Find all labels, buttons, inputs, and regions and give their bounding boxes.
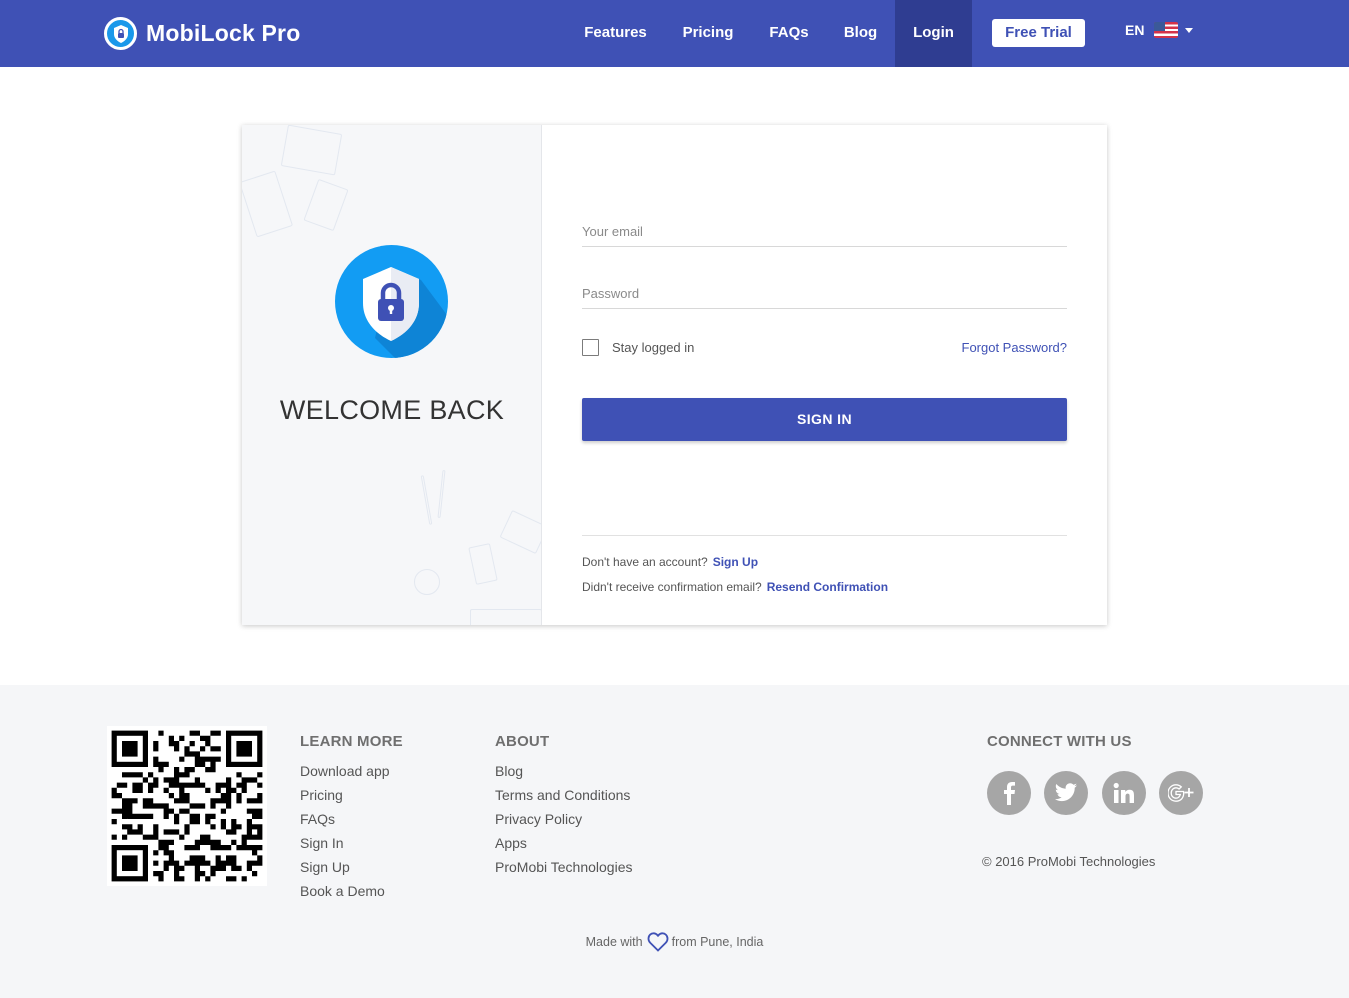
password-input[interactable] <box>582 283 1067 303</box>
decor-pencil-icon <box>420 475 433 525</box>
decor-tray-icon <box>470 609 541 625</box>
footer-link-book-demo[interactable]: Book a Demo <box>300 879 403 903</box>
free-trial-button[interactable]: Free Trial <box>992 19 1085 47</box>
learn-more-column: LEARN MORE Download app Pricing FAQs Sig… <box>300 733 403 903</box>
facebook-icon[interactable] <box>987 771 1031 815</box>
nav-blog[interactable]: Blog <box>830 0 891 67</box>
footer-link-promobi[interactable]: ProMobi Technologies <box>495 855 633 879</box>
decor-document-icon <box>242 170 294 238</box>
qr-code-image <box>107 726 267 886</box>
form-divider <box>582 535 1067 536</box>
from-location-text: from Pune, India <box>671 935 764 949</box>
sign-up-link[interactable]: Sign Up <box>713 555 758 569</box>
decor-phone-icon <box>468 543 498 585</box>
linkedin-icon[interactable] <box>1102 771 1146 815</box>
brand-logo-link[interactable]: MobiLock Pro <box>104 17 300 50</box>
connect-title: CONNECT WITH US <box>987 733 1132 750</box>
decor-paper-icon <box>280 125 343 176</box>
learn-more-title: LEARN MORE <box>300 733 403 750</box>
footer-link-apps[interactable]: Apps <box>495 831 633 855</box>
heart-icon <box>647 932 669 952</box>
welcome-panel: WELCOME BACK <box>242 125 542 625</box>
language-selector[interactable]: EN <box>1125 22 1194 38</box>
footer-link-pricing[interactable]: Pricing <box>300 783 403 807</box>
password-field-container <box>582 283 1067 309</box>
email-input[interactable] <box>582 221 1067 241</box>
about-title: ABOUT <box>495 733 550 750</box>
shield-lock-icon <box>104 17 137 50</box>
about-column: ABOUT Blog Terms and Conditions Privacy … <box>495 733 633 879</box>
resend-prompt: Didn't receive confirmation email? Resend… <box>582 580 888 594</box>
decor-clock-icon <box>414 569 440 595</box>
language-code: EN <box>1125 22 1145 38</box>
email-field-container <box>582 221 1067 247</box>
shield-lock-logo-icon <box>335 245 448 358</box>
sign-in-button[interactable]: SIGN IN <box>582 398 1067 441</box>
footer-link-privacy[interactable]: Privacy Policy <box>495 807 633 831</box>
made-with-text: Made with <box>585 935 643 949</box>
login-card: WELCOME BACK Stay logged in Forgot Passw… <box>242 125 1107 625</box>
stay-logged-in-label: Stay logged in <box>612 340 695 355</box>
login-form: Stay logged in Forgot Password? SIGN IN … <box>582 125 1067 625</box>
decor-notepad-icon <box>303 178 349 232</box>
decor-envelope-icon <box>499 509 541 555</box>
signup-prompt-text: Don't have an account? <box>582 555 708 569</box>
nav-faqs[interactable]: FAQs <box>756 0 822 67</box>
caret-down-icon <box>1185 27 1194 33</box>
resend-confirmation-link[interactable]: Resend Confirmation <box>767 580 888 594</box>
copyright-text: © 2016 ProMobi Technologies <box>982 854 1156 869</box>
twitter-icon[interactable] <box>1044 771 1088 815</box>
forgot-password-link[interactable]: Forgot Password? <box>962 340 1068 355</box>
footer-link-terms[interactable]: Terms and Conditions <box>495 783 633 807</box>
footer-link-sign-in[interactable]: Sign In <box>300 831 403 855</box>
stay-logged-in-option[interactable]: Stay logged in <box>582 339 694 356</box>
made-with-love: Made with from Pune, India <box>0 931 1349 953</box>
footer-link-sign-up[interactable]: Sign Up <box>300 855 403 879</box>
us-flag-icon <box>1154 22 1179 38</box>
welcome-heading: WELCOME BACK <box>279 395 505 425</box>
brand-name: MobiLock Pro <box>146 20 301 46</box>
footer-link-blog[interactable]: Blog <box>495 759 633 783</box>
footer-link-download-app[interactable]: Download app <box>300 759 403 783</box>
stay-logged-in-checkbox[interactable] <box>582 339 599 356</box>
resend-prompt-text: Didn't receive confirmation email? <box>582 580 762 594</box>
footer: LEARN MORE Download app Pricing FAQs Sig… <box>0 685 1349 998</box>
signup-prompt: Don't have an account? Sign Up <box>582 555 758 569</box>
google-plus-icon[interactable] <box>1159 771 1203 815</box>
top-navbar: MobiLock Pro Features Pricing FAQs Blog … <box>0 0 1349 67</box>
footer-link-faqs[interactable]: FAQs <box>300 807 403 831</box>
nav-pricing[interactable]: Pricing <box>668 0 748 67</box>
decor-pen-icon <box>437 469 446 519</box>
nav-features[interactable]: Features <box>570 0 661 67</box>
nav-login[interactable]: Login <box>895 0 972 67</box>
